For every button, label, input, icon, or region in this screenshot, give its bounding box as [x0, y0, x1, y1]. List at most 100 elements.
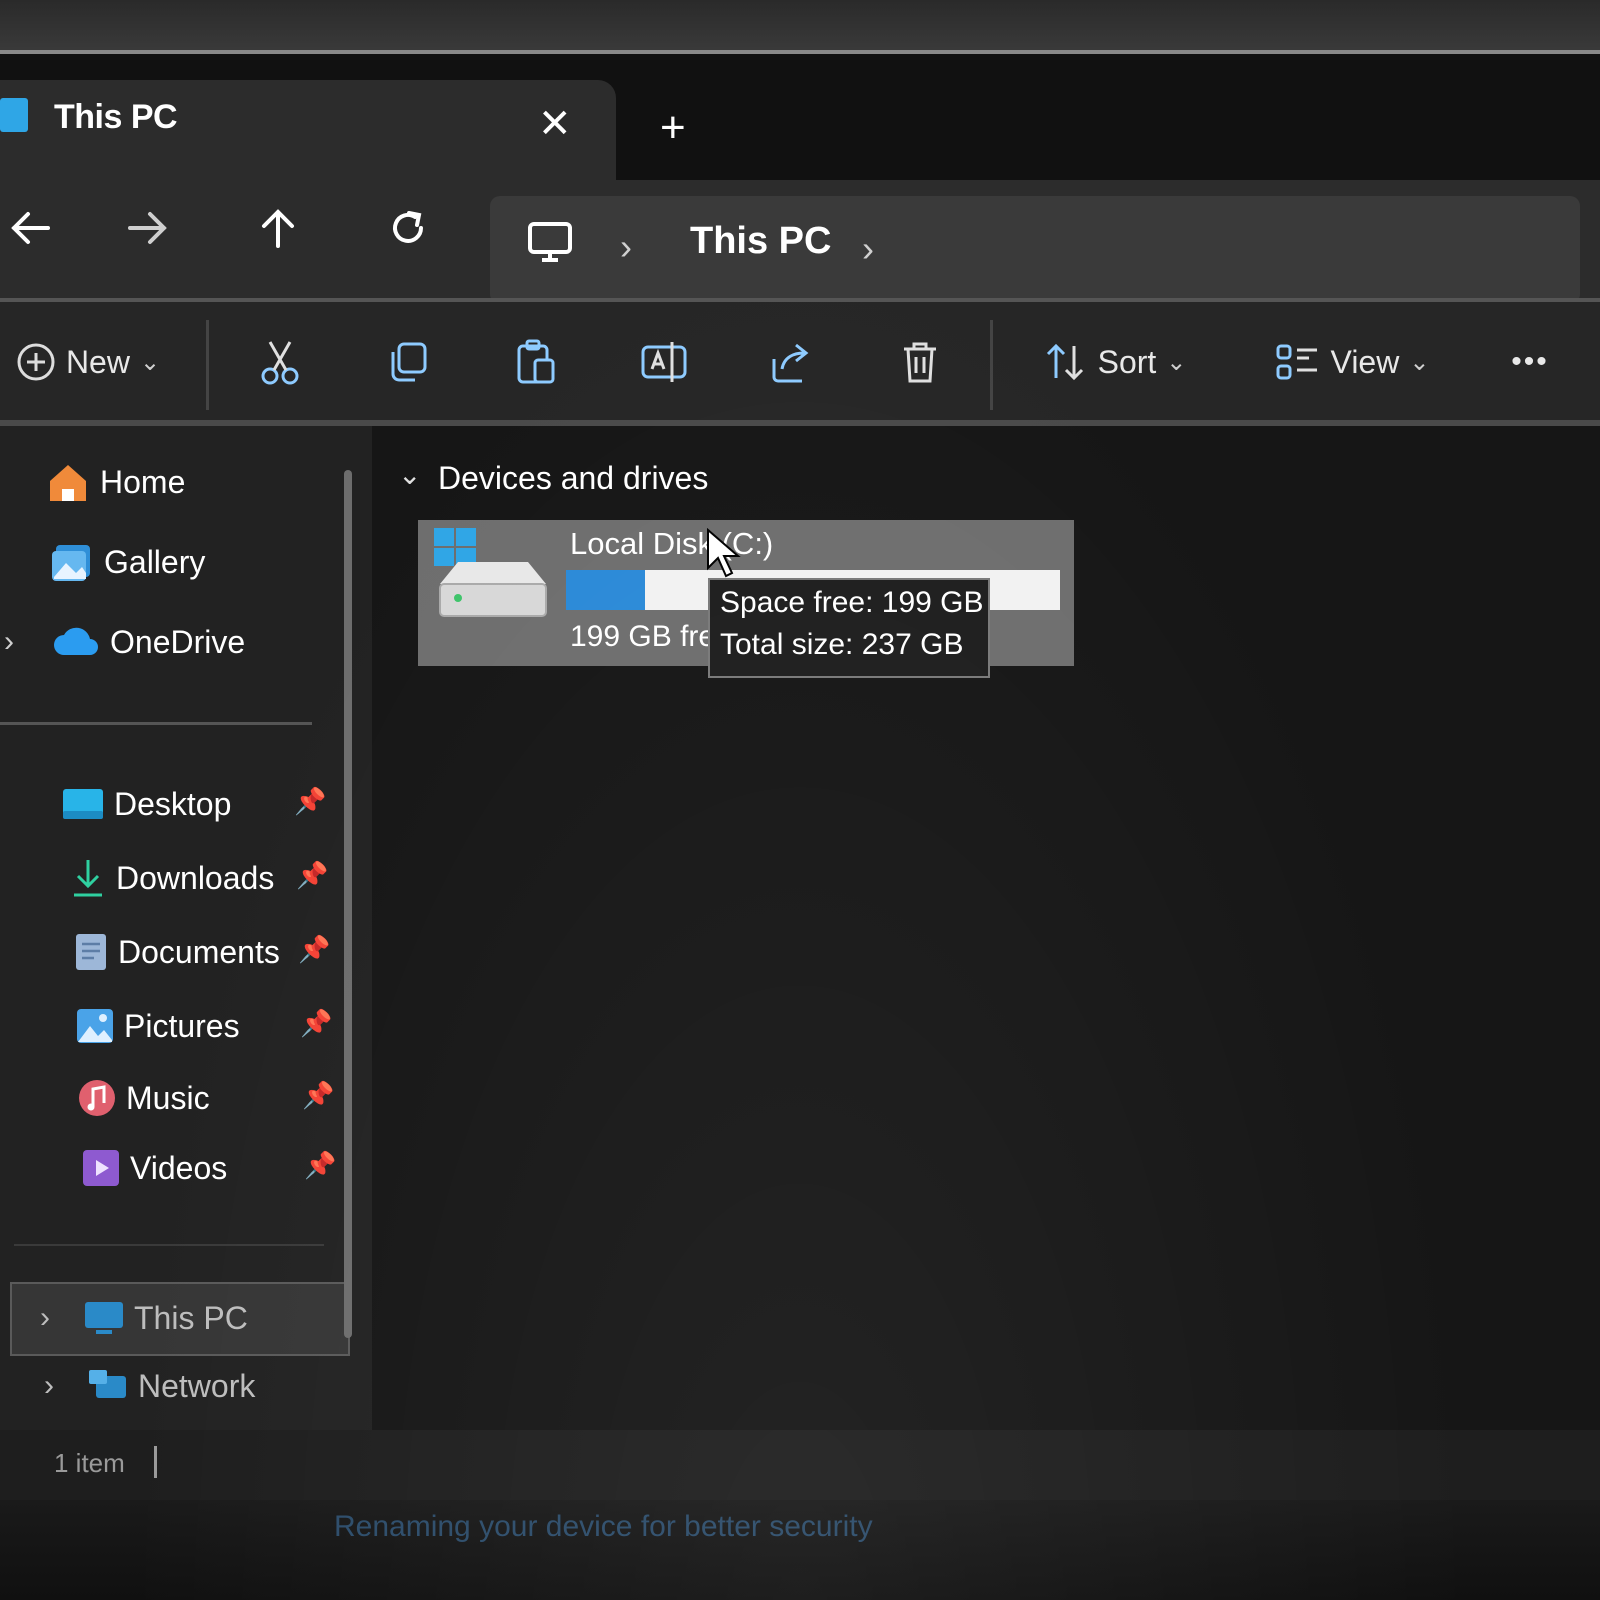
windows-drive-icon — [434, 528, 547, 617]
sidebar-item-desktop[interactable]: Desktop — [62, 774, 231, 834]
toolbar-separator — [990, 320, 993, 410]
rename-button[interactable] — [634, 330, 694, 394]
arrow-right-icon — [128, 212, 167, 244]
status-item-count: 1 item — [54, 1448, 125, 1478]
pin-icon[interactable]: 📌 — [298, 934, 330, 965]
sidebar-item-gallery[interactable]: Gallery — [50, 532, 205, 592]
share-icon — [772, 343, 809, 383]
more-options-button[interactable]: ••• — [1500, 330, 1560, 394]
sidebar-item-videos[interactable]: Videos — [82, 1138, 227, 1198]
tooltip-total-size: Total size: 237 GB — [720, 628, 964, 661]
mouse-cursor-icon — [707, 528, 741, 578]
cloud-icon — [54, 627, 98, 655]
sidebar-item-label: Home — [100, 463, 186, 500]
section-header[interactable]: Devices and drives — [438, 460, 708, 497]
notification-text[interactable]: Renaming your device for better security — [334, 1510, 873, 1544]
computer-icon — [85, 1302, 123, 1334]
computer-icon — [0, 98, 28, 132]
pin-icon[interactable]: 📌 — [296, 860, 328, 891]
documents-icon — [76, 934, 106, 970]
paste-button[interactable] — [506, 330, 566, 394]
chevron-right-icon[interactable]: › — [4, 625, 44, 659]
sidebar-divider — [0, 722, 312, 725]
sort-icon — [1046, 343, 1083, 381]
arrow-left-icon — [11, 212, 50, 244]
monitor-icon[interactable] — [526, 218, 574, 271]
sidebar-item-label: Pictures — [124, 1007, 240, 1044]
new-label: New — [65, 343, 130, 380]
sidebar-item-label: OneDrive — [110, 623, 246, 660]
view-icon — [1276, 344, 1317, 380]
forward-button[interactable] — [118, 200, 178, 256]
delete-button[interactable] — [890, 330, 950, 394]
pin-icon[interactable]: 📌 — [304, 1150, 336, 1181]
drive-name: Local Disk (C:) — [570, 526, 774, 561]
sidebar-item-downloads[interactable]: Downloads — [70, 848, 274, 908]
monitor-bezel — [0, 0, 1600, 52]
sidebar-item-home[interactable]: Home — [46, 452, 185, 512]
status-bar — [0, 1430, 1600, 1500]
sidebar-item-label: Desktop — [114, 785, 232, 822]
address-bar[interactable] — [490, 196, 1580, 304]
sidebar-item-onedrive[interactable]: › OneDrive — [4, 612, 245, 672]
sidebar-item-pictures[interactable]: Pictures — [76, 996, 240, 1056]
tab-close-button[interactable]: ✕ — [538, 104, 572, 144]
view-button[interactable]: View ⌄ — [1262, 330, 1442, 394]
pin-icon[interactable]: 📌 — [300, 1008, 332, 1039]
new-button[interactable]: New ⌄ — [0, 330, 176, 394]
gallery-icon — [52, 545, 90, 581]
sidebar-item-music[interactable]: Music — [78, 1068, 210, 1128]
sidebar-item-label: Videos — [130, 1149, 228, 1186]
sidebar-scrollbar[interactable] — [344, 470, 352, 1338]
drive-usage-fill — [566, 570, 646, 610]
pin-icon[interactable]: 📌 — [302, 1080, 334, 1111]
status-separator — [154, 1446, 157, 1478]
refresh-button[interactable] — [378, 200, 438, 256]
music-icon — [79, 1080, 115, 1116]
new-tab-button[interactable]: + — [660, 106, 686, 150]
copy-button[interactable] — [378, 330, 438, 394]
sidebar-item-this-pc[interactable]: › This PC — [40, 1288, 248, 1348]
chevron-down-icon: ⌄ — [1409, 348, 1430, 376]
home-icon — [50, 465, 86, 501]
pin-icon[interactable]: 📌 — [294, 786, 326, 817]
chevron-down-icon: ⌄ — [1166, 348, 1187, 376]
breadcrumb-this-pc[interactable]: This PC — [690, 220, 831, 263]
desktop-folder-icon — [63, 789, 103, 819]
sidebar-item-label: Gallery — [104, 543, 206, 580]
up-button[interactable] — [248, 200, 308, 256]
drive-tooltip: Space free: 199 GB Total size: 237 GB — [708, 578, 990, 678]
arrow-up-icon — [262, 209, 294, 248]
breadcrumb-expand-chevron[interactable]: › — [862, 228, 874, 270]
sidebar-divider — [14, 1244, 324, 1246]
sidebar-item-label: Documents — [118, 933, 280, 970]
sidebar-item-label: Music — [126, 1079, 210, 1116]
sidebar-item-network[interactable]: › Network — [44, 1356, 255, 1416]
copy-icon — [391, 342, 427, 382]
breadcrumb-separator[interactable]: › — [620, 226, 632, 268]
delete-icon — [904, 342, 936, 383]
sidebar-item-label: This PC — [134, 1299, 248, 1336]
rename-icon — [641, 342, 687, 382]
chevron-down-icon[interactable]: ⌄ — [398, 458, 421, 491]
sort-button[interactable]: Sort ⌄ — [1030, 330, 1200, 394]
toolbar-separator — [206, 320, 209, 410]
back-button[interactable] — [0, 200, 60, 256]
videos-icon — [83, 1150, 119, 1186]
view-label: View — [1330, 343, 1400, 380]
more-icon: ••• — [1511, 345, 1549, 378]
chevron-down-icon: ⌄ — [139, 348, 161, 376]
cut-button[interactable] — [250, 330, 310, 394]
sidebar-item-documents[interactable]: Documents — [74, 922, 280, 982]
sort-label: Sort — [1097, 343, 1157, 380]
paste-icon — [517, 339, 555, 384]
chevron-right-icon[interactable]: › — [40, 1301, 84, 1335]
download-icon — [74, 860, 102, 897]
sidebar-item-label: Downloads — [116, 859, 275, 896]
cut-icon — [261, 341, 299, 385]
chevron-right-icon[interactable]: › — [44, 1369, 88, 1403]
tooltip-space-free: Space free: 199 GB — [720, 586, 984, 619]
share-button[interactable] — [762, 330, 822, 394]
pictures-icon — [77, 1009, 113, 1043]
tab-title: This PC — [54, 98, 178, 136]
